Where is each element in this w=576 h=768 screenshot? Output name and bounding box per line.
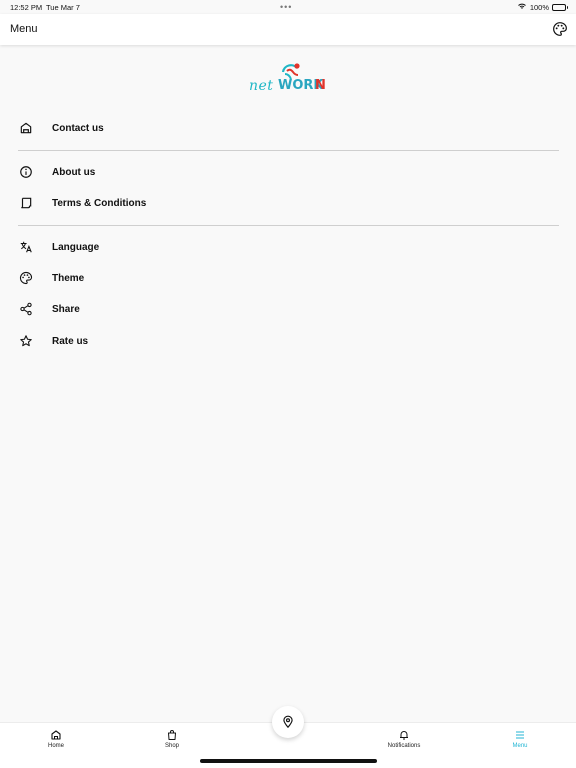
status-right: 100%: [517, 2, 568, 12]
menu-item-contact-us[interactable]: Contact us: [18, 116, 558, 140]
info-icon: [18, 164, 34, 180]
divider: [18, 225, 559, 226]
multitasking-dots[interactable]: •••: [280, 2, 292, 12]
menu-label-language: Language: [52, 241, 100, 253]
menu-label-contact-us: Contact us: [52, 122, 104, 134]
battery-percent: 100%: [529, 2, 549, 12]
menu-item-theme[interactable]: Theme: [18, 266, 558, 290]
nav-home-label: Home: [47, 743, 64, 749]
share-icon: [18, 301, 34, 317]
status-date: Tue Mar 7: [46, 3, 80, 12]
nav-shop-label: Shop: [164, 743, 179, 749]
networkn-logo: net WORK N: [249, 62, 327, 100]
translate-icon: [18, 239, 34, 255]
logo-text-net: net: [249, 78, 274, 94]
status-time: 12:52 PM: [10, 3, 43, 12]
menu-label-theme: Theme: [52, 272, 85, 284]
home-outline-icon: [18, 120, 34, 136]
page-title: Menu: [10, 23, 38, 35]
status-bar: 12:52 PM Tue Mar 7 ••• 100%: [0, 0, 576, 14]
menu-label-rate-us: Rate us: [52, 335, 89, 347]
nav-notifications[interactable]: Notifications: [364, 729, 444, 759]
screen: 12:52 PM Tue Mar 7 ••• 100% Menu net WOR…: [0, 0, 576, 768]
divider: [18, 150, 559, 151]
menu-item-about-us[interactable]: About us: [18, 160, 558, 184]
menu-label-share: Share: [52, 303, 80, 315]
nav-shop[interactable]: Shop: [132, 729, 212, 759]
bell-icon: [400, 731, 408, 740]
menu-label-terms: Terms & Conditions: [52, 197, 147, 209]
home-indicator[interactable]: [200, 759, 377, 763]
menu-icon: [516, 731, 524, 739]
nav-menu-label: Menu: [512, 743, 528, 749]
menu-item-share[interactable]: Share: [18, 297, 558, 321]
menu-item-language[interactable]: Language: [18, 235, 558, 259]
palette-icon: [18, 270, 34, 286]
palette-icon[interactable]: [552, 21, 568, 37]
menu-item-terms[interactable]: Terms & Conditions: [18, 191, 558, 215]
location-fab[interactable]: [272, 706, 304, 738]
shopping-bag-icon: [168, 730, 176, 740]
nav-home[interactable]: Home: [16, 729, 96, 759]
battery-icon: [552, 3, 568, 11]
app-header: Menu: [0, 14, 576, 45]
star-icon: [18, 333, 34, 349]
home-icon: [51, 730, 61, 740]
menu-label-about-us: About us: [52, 166, 96, 178]
logo-text-n: N: [315, 78, 326, 93]
menu-item-rate-us[interactable]: Rate us: [18, 329, 558, 353]
document-icon: [18, 195, 34, 211]
wifi-icon: [517, 2, 527, 12]
location-pin-icon: [283, 715, 293, 728]
nav-menu[interactable]: Menu: [480, 729, 560, 759]
nav-notifications-label: Notifications: [387, 743, 421, 749]
